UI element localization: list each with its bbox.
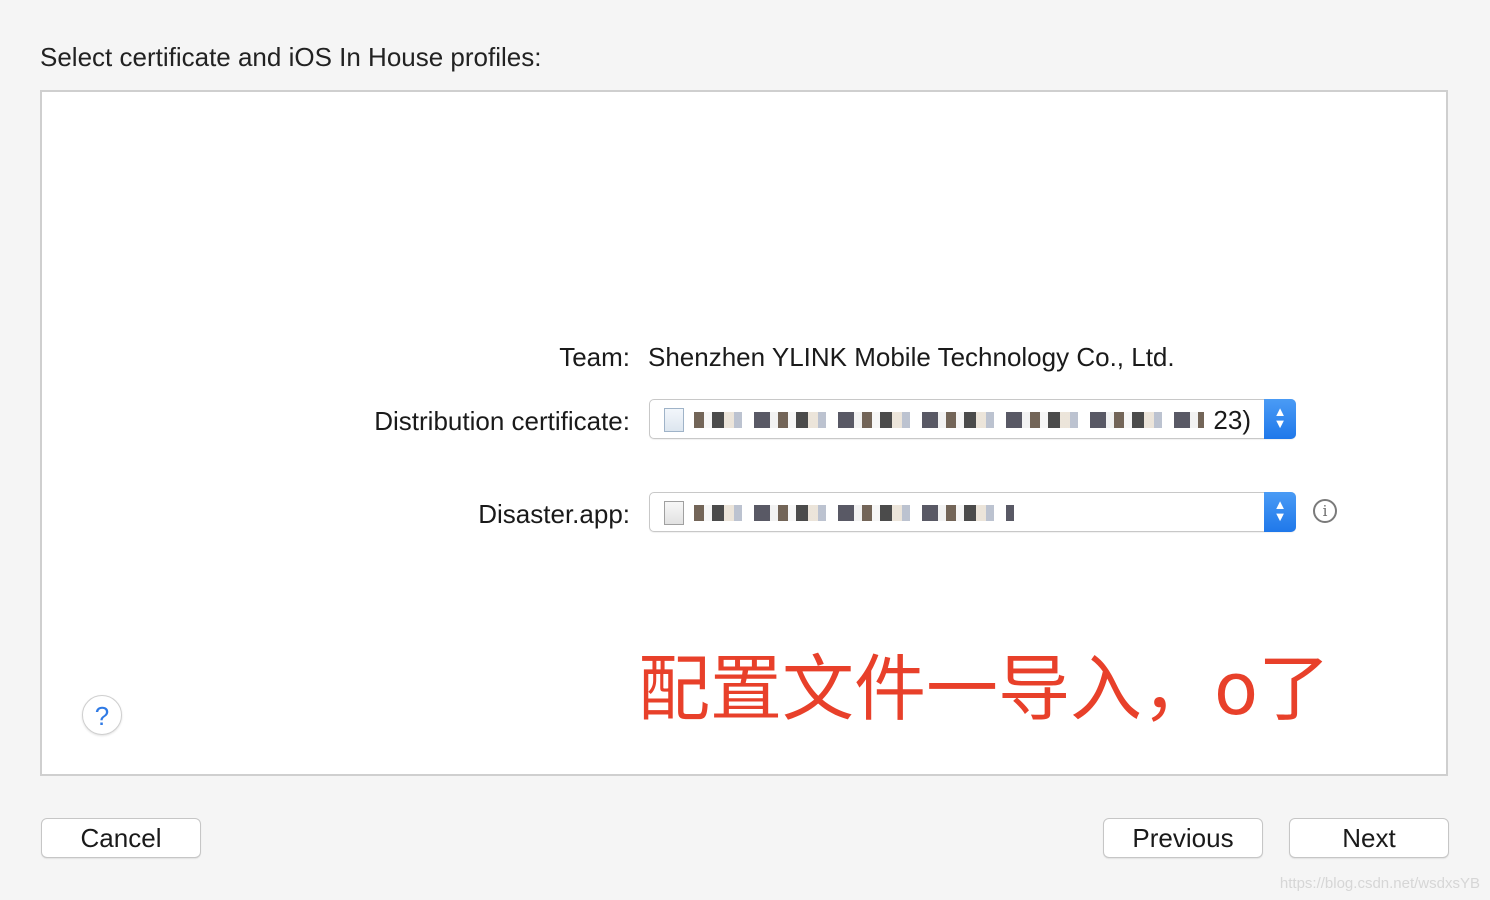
team-value: Shenzhen YLINK Mobile Technology Co., Lt… (648, 342, 1175, 372)
team-label: Team: (559, 342, 630, 372)
chevron-down-icon: ▼ (1273, 416, 1287, 431)
next-button[interactable]: Next (1289, 818, 1449, 858)
certificate-label: Distribution certificate: (374, 406, 630, 436)
help-button[interactable]: ? (82, 695, 122, 735)
dialog-heading: Select certificate and iOS In House prof… (40, 42, 542, 72)
certificate-stepper-icon: ▲ ▼ (1264, 399, 1296, 439)
certificate-value-suffix: 23) (1213, 405, 1251, 435)
app-profile-label: Disaster.app: (478, 499, 630, 529)
info-icon[interactable]: i (1313, 499, 1337, 523)
profile-icon (664, 501, 684, 525)
app-profile-popup[interactable]: ▲ ▼ (649, 492, 1296, 532)
export-dialog: Select certificate and iOS In House prof… (0, 0, 1490, 900)
app-profile-stepper-icon: ▲ ▼ (1264, 492, 1296, 532)
certificate-popup[interactable]: 23) ▲ ▼ (649, 399, 1296, 439)
previous-button[interactable]: Previous (1103, 818, 1263, 858)
chevron-down-icon: ▼ (1273, 509, 1287, 524)
annotation-text: 配置文件一导入，o了 (638, 647, 1331, 731)
certificate-icon (664, 408, 684, 432)
redacted-certificate-name (694, 412, 1204, 428)
cancel-button[interactable]: Cancel (41, 818, 201, 858)
watermark: https://blog.csdn.net/wsdxsYB (1279, 875, 1480, 892)
redacted-profile-name (694, 505, 1014, 521)
